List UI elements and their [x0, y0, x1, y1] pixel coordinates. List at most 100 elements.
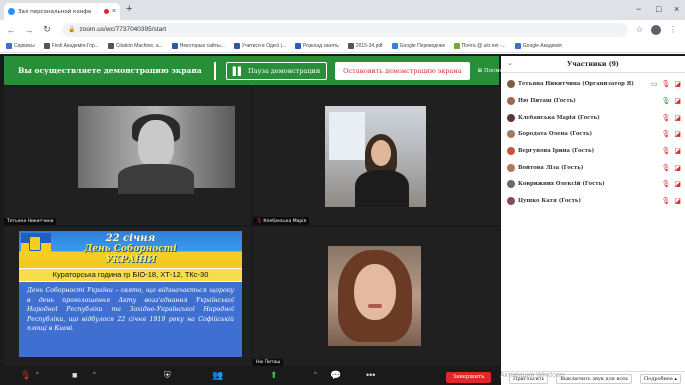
more-dots-icon[interactable]: ••• [366, 370, 375, 380]
zoom-favicon-icon [8, 8, 15, 15]
reload-icon[interactable]: ↻ [40, 24, 54, 35]
windows-activation-watermark: Активация Windows [500, 372, 565, 379]
pause-share-label: Пауза демонстрации [248, 66, 321, 75]
participant-name: Бородата Олена (Гость) [518, 131, 592, 138]
maximize-button[interactable]: □ [656, 4, 661, 14]
participants-icon[interactable]: 👥 [212, 370, 223, 381]
bookmark-item[interactable]: Google Переводчик [391, 42, 445, 49]
bookmark-item[interactable]: Citation Machine, a... [107, 42, 163, 49]
participant-name: Клебанська Марія (Гость) [518, 114, 600, 121]
mic-muted-icon[interactable]: 🎙 [661, 180, 670, 188]
mic-on-icon[interactable]: 🎙 [661, 97, 670, 105]
slide-title-line2: УКРАЇНИ [105, 255, 156, 265]
participant-name: Коврижних Олексій (Гость) [518, 181, 605, 188]
participant-row[interactable]: Коврижних Олексій (Гость) 🎙 ◪ [501, 176, 685, 193]
participant-avatar [507, 163, 515, 172]
video-feed-participant-4 [328, 246, 421, 346]
video-feed-participant-2 [325, 106, 426, 207]
share-preview-thumbnail [213, 61, 216, 80]
slide-date: 22 січня [105, 233, 156, 244]
participant-avatar [507, 130, 515, 139]
security-icon[interactable]: ⛨ [164, 370, 171, 381]
participant-avatar [507, 147, 515, 156]
mute-all-button[interactable]: Выключить звук для всех [556, 373, 632, 384]
mic-muted-icon[interactable]: 🎙 [661, 147, 670, 155]
mic-muted-icon[interactable]: 🎙 [661, 197, 670, 205]
audio-options-chevron-icon[interactable]: ^ [36, 372, 39, 378]
video-on-icon: ▭ [650, 81, 658, 89]
bookmark-item[interactable]: Почта @ ukr.net -... [453, 42, 506, 49]
pause-share-button[interactable]: ▌▌ Пауза демонстрации [225, 61, 328, 80]
participants-panel: ⌄ Участники (9) Тетьяна Никитчина (Орган… [501, 56, 685, 375]
end-meeting-button[interactable]: Завершить [446, 372, 491, 383]
bookmarks-bar: Сервисы Fivdi Академія-Гор... Citation Mac… [0, 39, 685, 53]
mic-muted-icon[interactable]: 🎙 [20, 370, 31, 381]
participant-avatar [507, 180, 515, 189]
video-off-icon: ◪ [674, 148, 681, 156]
new-tab-button[interactable]: + [126, 3, 132, 15]
bookmark-icon [514, 42, 521, 49]
minimize-button[interactable]: − [636, 4, 641, 14]
bookmark-icon [233, 42, 240, 49]
bookmark-label: Почта @ ukr.net -... [461, 42, 506, 49]
bookmark-item[interactable]: Розклад занять [295, 42, 339, 49]
stop-share-label: Остановить демонстрацию экрана [343, 66, 462, 75]
grid-icon: ⊞ [477, 67, 483, 74]
participant-name-label: Ню Питаш [253, 359, 284, 366]
participant-row[interactable]: Тетьяна Никитчина (Организатор Я) ▭ 🎙 ◪ [501, 76, 685, 93]
bookmark-star-icon[interactable]: ☆ [636, 25, 643, 34]
video-off-icon: ◪ [674, 98, 681, 106]
bookmark-label: Citation Machine, a... [115, 42, 163, 49]
mic-muted-icon[interactable]: 🎙 [661, 164, 670, 172]
bookmark-label: Сервисы [14, 42, 35, 49]
browser-tab[interactable]: Зал персональной конфе × [4, 3, 120, 20]
participant-name: Ню Питаш (Гость) [518, 98, 576, 105]
video-camera-icon[interactable]: ■ [72, 370, 77, 380]
bookmark-item[interactable]: Fivdi Академія-Гор... [43, 42, 99, 49]
participant-row[interactable]: Вергунова Ірина (Гость) 🎙 ◪ [501, 143, 685, 160]
chat-icon[interactable]: 💬 [330, 370, 341, 381]
stop-share-button[interactable]: Остановить демонстрацию экрана [335, 61, 470, 80]
more-options-button[interactable]: Подробнее ▴ [639, 373, 681, 384]
bookmark-item[interactable]: Учитися в Одесі |... [233, 42, 286, 49]
participant-row[interactable]: Клебанська Марія (Гость) 🎙 ◪ [501, 109, 685, 126]
mic-muted-icon[interactable]: 🎙 [661, 114, 670, 122]
close-window-button[interactable]: × [674, 4, 679, 14]
browser-menu-icon[interactable]: ⋮ [669, 25, 677, 34]
video-off-icon: ◪ [674, 114, 681, 122]
back-arrow-icon[interactable]: ← [4, 25, 18, 35]
url-field[interactable]: 🔒 zoom.us/wc/7737040395/start [62, 22, 628, 37]
browser-tab-bar: Зал персональной конфе × + − □ × [0, 0, 685, 20]
participant-row[interactable]: Войтова Ліза (Гость) 🎙 ◪ [501, 159, 685, 176]
participant-name: Цушко Катя (Гость) [518, 198, 581, 205]
mic-muted-icon[interactable]: 🎙 [661, 130, 670, 138]
participant-row[interactable]: Цушко Катя (Гость) 🎙 ◪ [501, 193, 685, 210]
profile-avatar-icon[interactable] [651, 24, 661, 35]
video-options-chevron-icon[interactable]: ^ [93, 372, 96, 378]
bookmark-item[interactable]: Сервисы [6, 42, 35, 49]
participant-avatar [507, 80, 515, 89]
tab-close-icon[interactable]: × [112, 8, 116, 15]
mic-muted-icon[interactable]: 🎙 [661, 80, 670, 88]
meeting-toolbar: 🎙 ^ ■ ^ ⛨ 👥 ⬆ ^ 💬 ••• [0, 368, 500, 385]
participant-row[interactable]: Бородата Олена (Гость) 🎙 ◪ [501, 126, 685, 143]
slide-body-text: День Соборності України – свято, що відз… [19, 282, 242, 357]
bookmark-icon [295, 42, 302, 49]
forward-arrow-icon[interactable]: → [22, 25, 36, 35]
participant-name: Тетьяна Никитчина (Организатор Я) [518, 81, 634, 88]
participant-row[interactable]: Ню Питаш (Гость) 🎙 ◪ [501, 93, 685, 110]
participant-avatar [507, 197, 515, 206]
slide-title: День Соборності [84, 244, 177, 254]
bookmark-item[interactable]: 2015-34.pdf [347, 42, 383, 49]
bookmark-label: Некоторые сайты... [179, 42, 225, 49]
tab-title: Зал персональной конфе [18, 8, 92, 15]
share-options-chevron-icon[interactable]: ^ [314, 372, 317, 378]
bookmark-icon [347, 42, 354, 49]
bookmark-item[interactable]: Некоторые сайты... [171, 42, 225, 49]
bookmark-icon [391, 42, 398, 49]
video-off-icon: ◪ [674, 198, 681, 206]
participants-title: Участники (9) [567, 61, 619, 68]
bookmark-item[interactable]: Google Академія [514, 42, 562, 49]
share-screen-icon[interactable]: ⬆ [270, 370, 278, 381]
bookmark-label: 2015-34.pdf [355, 42, 383, 49]
